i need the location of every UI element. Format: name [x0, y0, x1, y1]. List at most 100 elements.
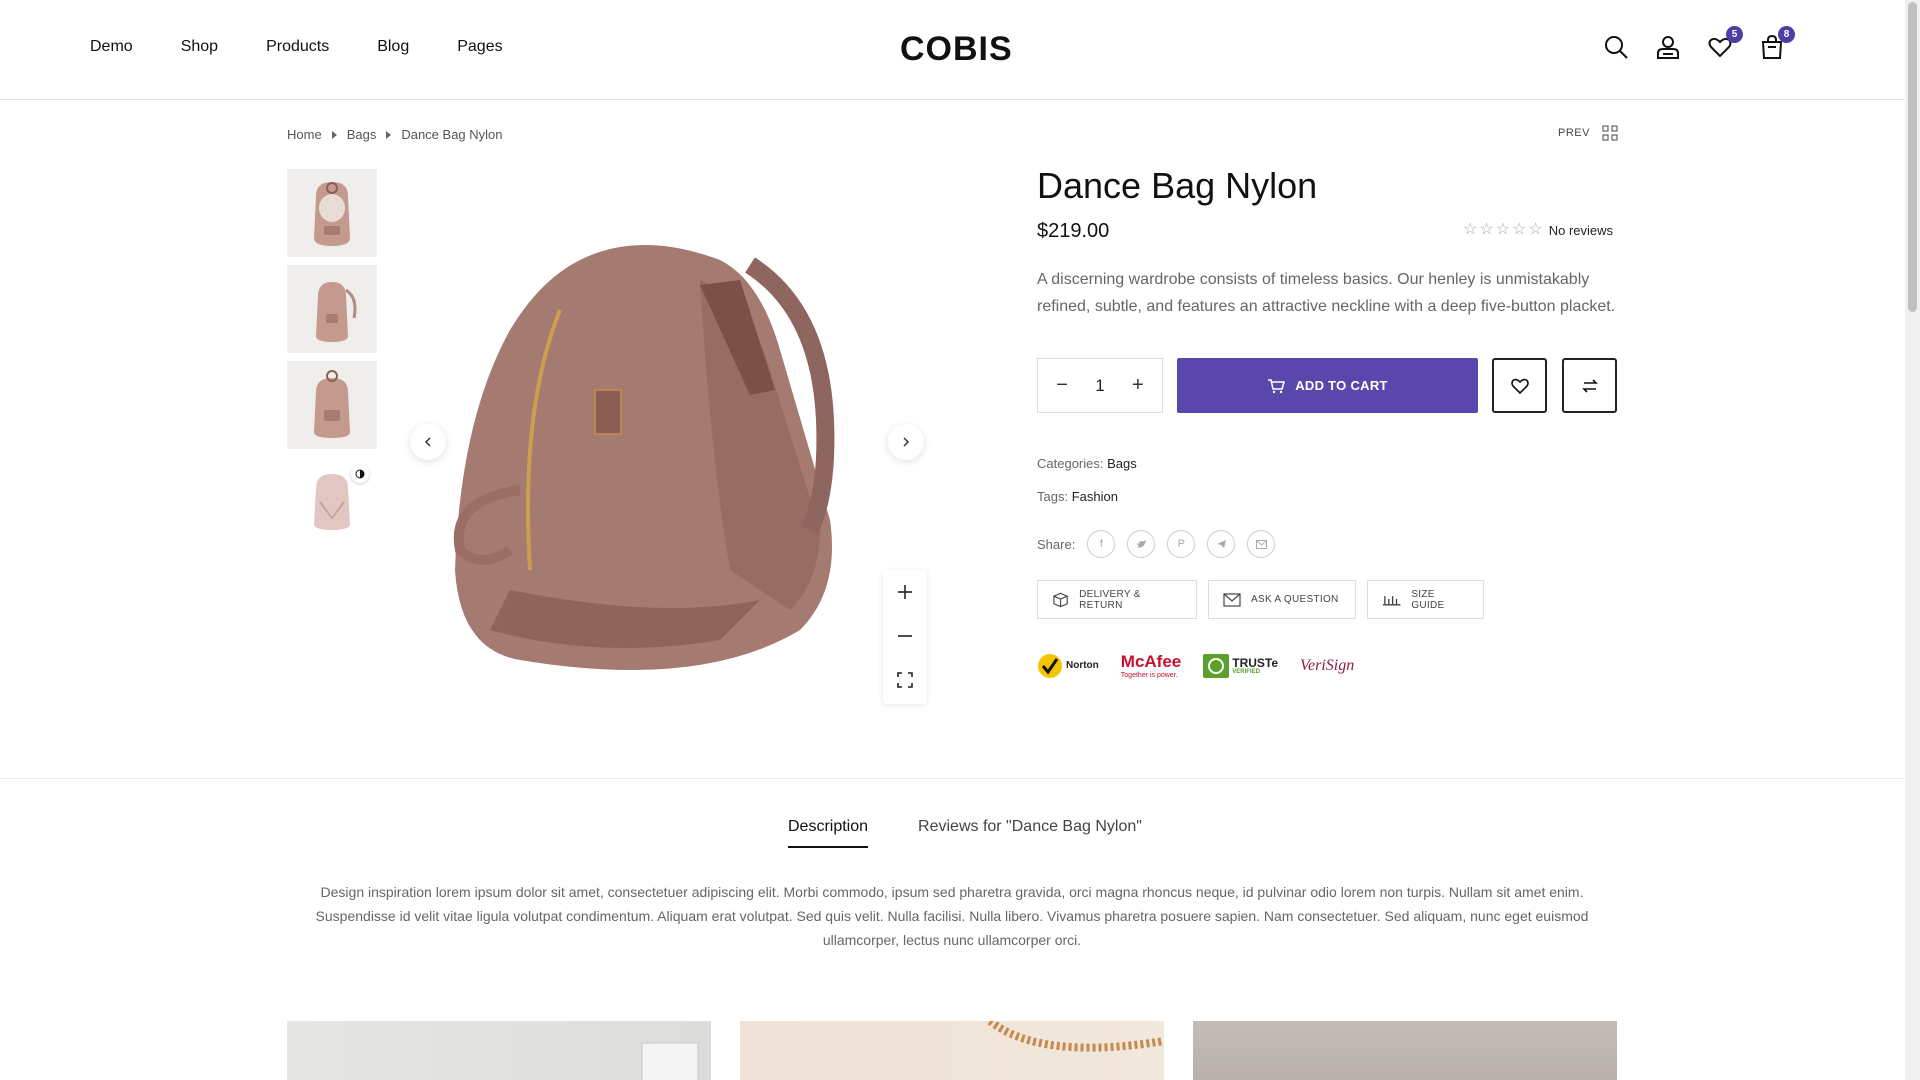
- thumbnail-3[interactable]: [287, 361, 377, 449]
- size-guide-label: SIZE GUIDE: [1411, 588, 1445, 611]
- product-categories: Categories: Bags: [1037, 456, 1137, 471]
- tab-description-content: Design inspiration lorem ipsum dolor sit…: [315, 884, 1589, 948]
- thumbnail-2[interactable]: [287, 265, 377, 353]
- quantity-value[interactable]: 1: [1095, 376, 1104, 396]
- envelope-icon: [1223, 592, 1241, 607]
- delivery-return-button[interactable]: DELIVERY & RETURN: [1037, 580, 1197, 619]
- wishlist-icon[interactable]: 5: [1707, 26, 1743, 60]
- breadcrumb-separator-icon: [331, 130, 337, 139]
- nav-products[interactable]: Products: [266, 38, 329, 56]
- product-title: Dance Bag Nylon: [1037, 165, 1318, 206]
- star-icon: ☆: [1495, 221, 1511, 238]
- prev-link[interactable]: PREV: [1558, 127, 1590, 139]
- page-scrollbar[interactable]: [1905, 0, 1920, 1080]
- mcafee-tagline: Together is power.: [1120, 672, 1178, 679]
- add-to-wishlist-button[interactable]: [1492, 358, 1547, 413]
- facebook-icon[interactable]: f: [1087, 530, 1116, 558]
- wishlist-count-badge: 5: [1726, 26, 1743, 43]
- increase-quantity-button[interactable]: +: [1123, 374, 1153, 397]
- share-label: Share:: [1037, 536, 1076, 552]
- rating-label: No reviews: [1548, 222, 1614, 238]
- zoom-in-icon[interactable]: [883, 570, 927, 614]
- header-icons: 5 8: [1603, 26, 1795, 60]
- box-icon: [1053, 592, 1068, 607]
- tab-reviews[interactable]: Reviews for "Dance Bag Nylon": [918, 818, 1142, 848]
- grid-icon[interactable]: [1602, 125, 1618, 141]
- zoom-controls: [883, 570, 927, 704]
- product-tags: Tags: Fashion: [1037, 489, 1118, 504]
- nav-blog[interactable]: Blog: [377, 38, 409, 56]
- quantity-stepper: − 1 +: [1037, 358, 1163, 413]
- truste-badge: TRUSTe VERIFIED: [1203, 653, 1279, 678]
- size-guide-button[interactable]: SIZE GUIDE: [1367, 580, 1484, 619]
- scrollbar-thumb[interactable]: [1908, 2, 1917, 312]
- thumbnail-4[interactable]: [287, 457, 377, 545]
- breadcrumb-current: Dance Bag Nylon: [401, 127, 503, 142]
- cart-count-badge: 8: [1778, 26, 1795, 43]
- decrease-quantity-button[interactable]: −: [1047, 374, 1077, 397]
- norton-badge: Norton: [1037, 653, 1099, 679]
- site-header: Demo Shop Products Blog Pages COBIS 5 8: [0, 0, 1905, 100]
- product-tabs: Description Reviews for "Dance Bag Nylon…: [788, 818, 1142, 848]
- nav-pages[interactable]: Pages: [457, 38, 502, 56]
- prev-image-button[interactable]: [410, 424, 446, 460]
- ask-question-label: ASK A QUESTION: [1251, 594, 1339, 605]
- breadcrumb-home[interactable]: Home: [287, 127, 322, 142]
- norton-check-icon: [1038, 653, 1062, 678]
- main-nav: Demo Shop Products Blog Pages: [90, 38, 551, 56]
- tags-label: Tags:: [1037, 489, 1069, 504]
- pinterest-icon[interactable]: P: [1167, 530, 1196, 558]
- related-image-2[interactable]: [740, 1021, 1164, 1080]
- category-link[interactable]: Bags: [1107, 456, 1137, 471]
- nav-demo[interactable]: Demo: [90, 38, 133, 56]
- twitter-icon[interactable]: [1127, 530, 1156, 558]
- heart-icon: [1510, 378, 1529, 394]
- nav-shop[interactable]: Shop: [181, 38, 218, 56]
- telegram-icon[interactable]: [1207, 530, 1236, 558]
- product-short-description: A discerning wardrobe consists of timele…: [1037, 271, 1616, 315]
- compare-button[interactable]: [1562, 358, 1617, 413]
- email-icon[interactable]: [1247, 530, 1276, 558]
- compare-icon: [1581, 378, 1598, 393]
- truste-tagline: VERIFIED: [1232, 668, 1260, 675]
- norton-label: Norton: [1066, 660, 1099, 671]
- account-icon[interactable]: [1655, 34, 1681, 60]
- star-icon: ☆: [1528, 221, 1543, 238]
- mcafee-label: McAfee: [1120, 652, 1182, 671]
- truste-seal-icon: [1203, 653, 1230, 678]
- delivery-return-label: DELIVERY & RETURN: [1079, 588, 1141, 611]
- trust-badges: Norton McAfee Together is power. TRUSTe …: [1037, 652, 1354, 679]
- verisign-label: VeriSign: [1300, 656, 1355, 674]
- zoom-out-icon[interactable]: [883, 614, 927, 658]
- breadcrumb-bags[interactable]: Bags: [347, 127, 377, 142]
- cart-icon: [1268, 378, 1286, 393]
- star-icon: ☆: [1463, 221, 1478, 238]
- product-rating[interactable]: ☆ ☆ ☆ ☆ ☆ No reviews: [1463, 222, 1613, 238]
- categories-label: Categories:: [1037, 456, 1104, 471]
- tab-description[interactable]: Description: [788, 818, 869, 848]
- contrast-icon: [351, 465, 369, 483]
- ask-question-button[interactable]: ASK A QUESTION: [1208, 580, 1356, 619]
- add-to-cart-label: ADD TO CART: [1295, 378, 1388, 393]
- ruler-icon: [1382, 595, 1401, 606]
- search-icon[interactable]: [1603, 34, 1629, 60]
- section-divider: [0, 778, 1905, 779]
- related-image-3[interactable]: [1193, 1021, 1617, 1080]
- add-to-cart-button[interactable]: ADD TO CART: [1177, 358, 1478, 413]
- breadcrumb: Home Bags Dance Bag Nylon: [287, 127, 503, 142]
- thumbnail-1[interactable]: [287, 169, 377, 257]
- product-main-image[interactable]: [400, 190, 940, 710]
- next-image-button[interactable]: [888, 424, 924, 460]
- cart-icon[interactable]: 8: [1759, 26, 1795, 60]
- star-icon: ☆: [1479, 221, 1494, 238]
- breadcrumb-separator-icon: [386, 130, 392, 139]
- product-thumbnails: [287, 169, 377, 553]
- share-bar: Share: f P: [1037, 530, 1276, 558]
- tag-link[interactable]: Fashion: [1072, 489, 1118, 504]
- site-logo[interactable]: COBIS: [900, 30, 1013, 69]
- fullscreen-icon[interactable]: [883, 658, 927, 702]
- related-image-1[interactable]: [287, 1021, 711, 1080]
- product-pager: PREV: [1558, 125, 1618, 141]
- truste-label: TRUSTe: [1232, 655, 1279, 670]
- verisign-badge: VeriSign: [1300, 657, 1354, 675]
